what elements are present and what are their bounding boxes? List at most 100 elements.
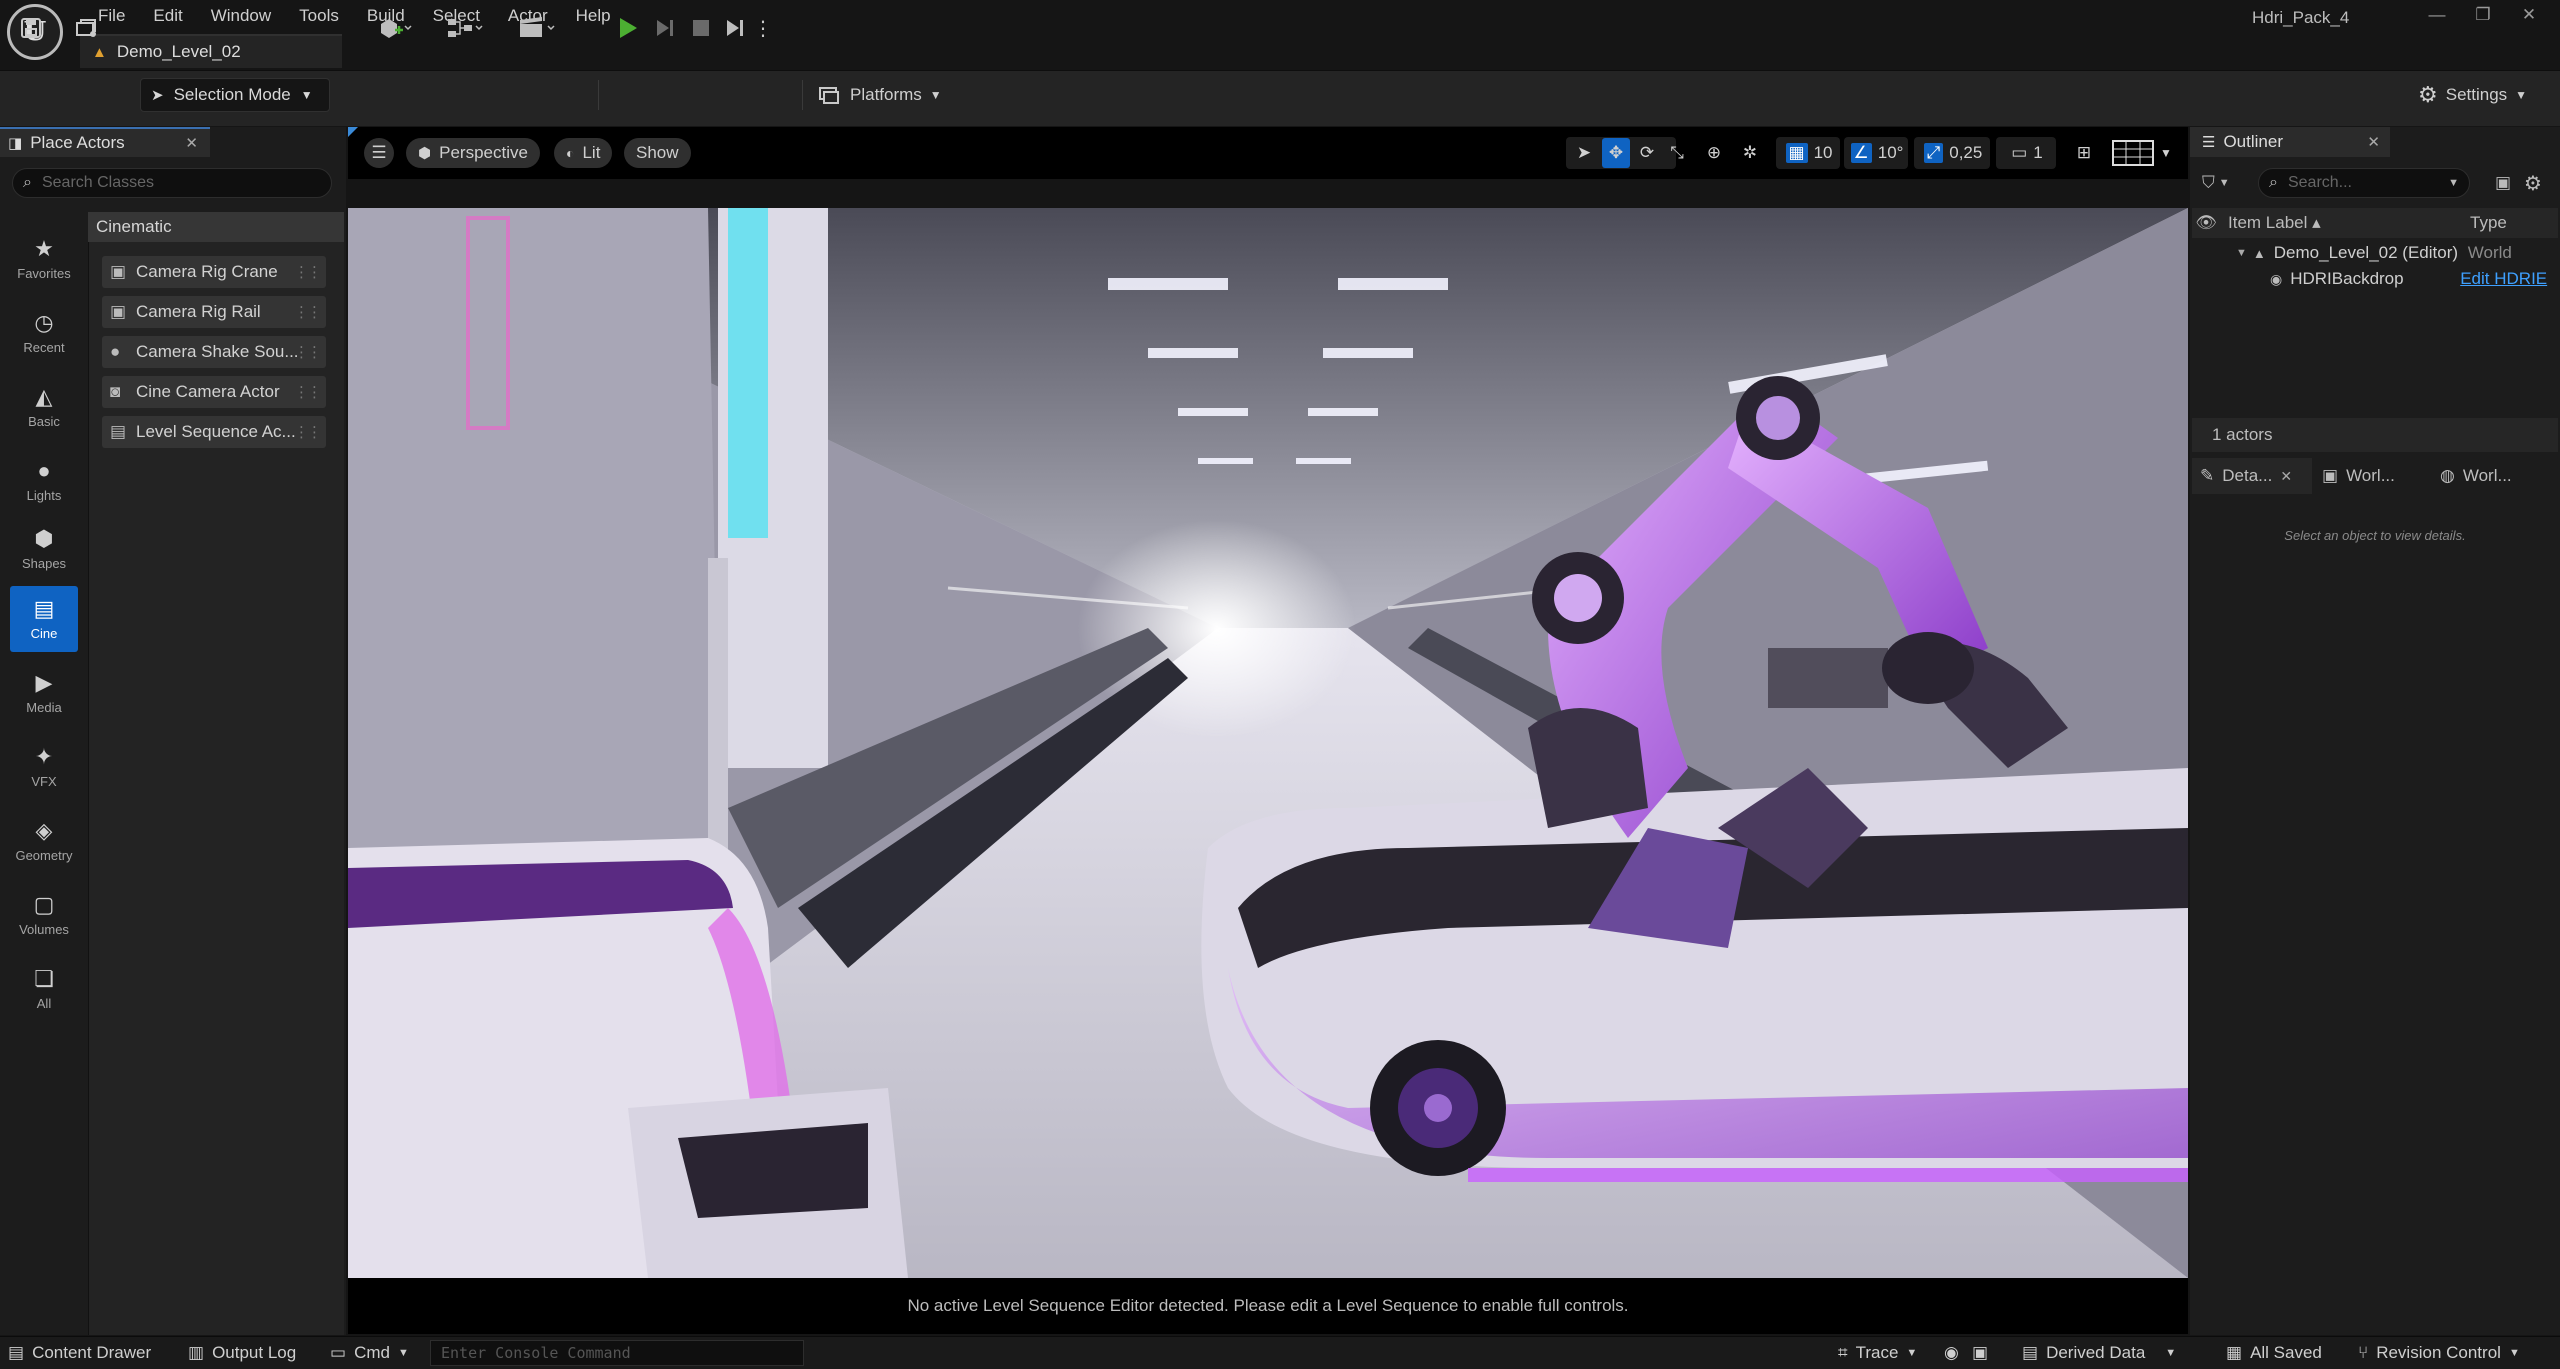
derived-data-label: Derived Data <box>2046 1343 2146 1362</box>
actor-camera-rig-rail[interactable]: ▣ Camera Rig Rail ⋮⋮ <box>102 296 326 328</box>
actor-camera-shake-source[interactable]: ● Camera Shake Sou... ⋮⋮ <box>102 336 326 368</box>
tab-details[interactable]: ✎ Deta... ✕ <box>2192 458 2312 494</box>
column-item-label[interactable]: Item Label ▴ <box>2228 213 2464 233</box>
category-cine[interactable]: ▤ Cine <box>10 586 78 652</box>
advance-frame-icon[interactable] <box>648 8 682 48</box>
place-actors-tab[interactable]: ◨ Place Actors ✕ <box>0 127 210 157</box>
select-tool-icon[interactable]: ➤ <box>1572 138 1596 168</box>
actor-cine-camera[interactable]: ◙ Cine Camera Actor ⋮⋮ <box>102 376 326 408</box>
scale-tool-icon[interactable]: ⤡ <box>1664 138 1690 168</box>
category-vfx[interactable]: ✦ VFX <box>10 734 78 800</box>
chevron-down-icon: ▼ <box>2508 1347 2520 1359</box>
settings-dropdown[interactable]: ⚙ Settings ▼ <box>2418 78 2527 112</box>
visibility-eye-icon[interactable]: 👁 <box>2192 213 2220 233</box>
add-folder-icon[interactable]: ▣ <box>2490 168 2516 198</box>
cmd-dropdown[interactable]: ▭ Cmd ▼ <box>330 1340 409 1366</box>
tab-world-partition[interactable]: ◍ Worl... <box>2432 458 2552 494</box>
play-options-icon[interactable]: ⋮ <box>753 8 773 48</box>
minimize-icon[interactable]: — <box>2414 0 2460 30</box>
actor-sphere-icon: ◉ <box>2270 270 2283 287</box>
category-strip: ★ Favorites ◷ Recent ◭ Basic ● Lights ⬢ Shape… <box>0 214 88 1335</box>
world-space-icon[interactable]: ⊕ <box>1700 138 1728 168</box>
category-all[interactable]: ❏ All <box>10 956 78 1022</box>
category-lights[interactable]: ● Lights <box>10 448 78 514</box>
level-tab[interactable]: ▲ Demo_Level_02 <box>80 34 342 68</box>
play-icon[interactable] <box>608 8 648 48</box>
camera-speed-value: 1 <box>2033 143 2043 162</box>
surface-snap-icon[interactable]: ✲ <box>1736 138 1764 168</box>
lit-dropdown[interactable]: ◐ Lit <box>554 138 613 168</box>
output-log-button[interactable]: ▥ Output Log <box>188 1340 296 1366</box>
maximize-viewport-icon[interactable]: ⊞ <box>2070 138 2098 168</box>
gear-icon: ⚙ <box>2418 82 2438 107</box>
column-type[interactable]: Type <box>2470 213 2507 233</box>
category-volumes[interactable]: ▢ Volumes <box>10 882 78 948</box>
outliner-row-hdribackdrop[interactable]: ◉ HDRIBackdrop Edit HDRIE <box>2192 266 2558 292</box>
menu-edit[interactable]: Edit <box>139 2 196 30</box>
category-favorites[interactable]: ★ Favorites <box>10 226 78 292</box>
menu-tools[interactable]: Tools <box>285 2 353 30</box>
drag-handle-icon[interactable]: ⋮⋮ <box>294 343 322 361</box>
tab-world-settings[interactable]: ▣ Worl... <box>2314 458 2432 494</box>
outliner-row-world[interactable]: ▼ ▲ Demo_Level_02 (Editor) World <box>2192 240 2558 266</box>
camera-speed-button[interactable]: ▭ 1 <box>2000 138 2054 168</box>
grid-snap-toggle[interactable]: ▦ 10 <box>1780 138 1838 168</box>
expand-arrow-icon[interactable]: ▼ <box>2236 247 2247 259</box>
drag-handle-icon[interactable]: ⋮⋮ <box>294 423 322 441</box>
content-drawer-button[interactable]: ▤ Content Drawer <box>8 1340 151 1366</box>
drag-handle-icon[interactable]: ⋮⋮ <box>294 303 322 321</box>
scale-snap-value: 0,25 <box>1949 143 1983 162</box>
translate-tool-icon[interactable]: ✥ <box>1602 138 1630 168</box>
trace-dropdown[interactable]: ⌗ Trace ▼ <box>1838 1340 1917 1366</box>
filter-dropdown[interactable]: ⛉ ▼ <box>2202 168 2248 198</box>
stop-icon[interactable] <box>684 8 718 48</box>
outliner-tab[interactable]: ☰ Outliner ✕ <box>2190 127 2390 157</box>
revision-control-dropdown[interactable]: ⑂ Revision Control ▼ <box>2358 1340 2520 1366</box>
browse-icon[interactable] <box>70 8 104 48</box>
category-basic[interactable]: ◭ Basic <box>10 374 78 440</box>
edit-hdri-link[interactable]: Edit HDRIE <box>2460 269 2550 289</box>
blueprint-icon[interactable] <box>440 8 490 48</box>
derived-data-dropdown[interactable]: ▤ Derived Data ▼ <box>2022 1340 2176 1366</box>
actor-camera-rig-crane[interactable]: ▣ Camera Rig Crane ⋮⋮ <box>102 256 326 288</box>
level-viewport[interactable] <box>348 208 2188 1278</box>
rotation-snap-toggle[interactable]: ∠ 10° <box>1848 138 1906 168</box>
close-tab-icon[interactable]: ✕ <box>2280 468 2292 485</box>
details-empty-message: Select an object to view details. <box>2284 528 2466 543</box>
menu-window[interactable]: Window <box>197 2 285 30</box>
eject-icon[interactable] <box>718 8 752 48</box>
category-shapes[interactable]: ⬢ Shapes <box>10 516 78 582</box>
outliner-search-input[interactable]: ⌕ Search... ▼ <box>2258 168 2470 198</box>
show-dropdown[interactable]: Show <box>624 138 691 168</box>
cinematics-icon[interactable] <box>512 8 562 48</box>
save-icon[interactable] <box>14 8 48 48</box>
restore-icon[interactable]: ❐ <box>2460 0 2506 30</box>
hamburger-icon: ☰ <box>371 143 387 162</box>
perspective-dropdown[interactable]: ⬢ Perspective <box>406 138 540 168</box>
scale-snap-toggle[interactable]: ⤢ 0,25 <box>1918 138 1988 168</box>
drag-handle-icon[interactable]: ⋮⋮ <box>294 383 322 401</box>
console-command-input[interactable]: Enter Console Command <box>430 1340 804 1366</box>
drag-handle-icon[interactable]: ⋮⋮ <box>294 263 322 281</box>
outliner-column-header: 👁 Item Label ▴ Type <box>2192 208 2558 238</box>
layout-dropdown[interactable]: ▼ <box>2112 138 2172 168</box>
viewport-menu-button[interactable]: ☰ <box>364 138 394 168</box>
category-media[interactable]: ▶ Media <box>10 660 78 726</box>
actor-level-sequence[interactable]: ▤ Level Sequence Ac... ⋮⋮ <box>102 416 326 448</box>
search-classes-input[interactable]: ⌕ Search Classes <box>12 168 332 198</box>
category-recent[interactable]: ◷ Recent <box>10 300 78 366</box>
close-tab-icon[interactable]: ✕ <box>185 134 198 152</box>
platforms-dropdown[interactable]: Platforms ▼ <box>818 78 942 112</box>
selection-mode-dropdown[interactable]: ➤ Selection Mode ▼ <box>140 78 330 112</box>
close-window-icon[interactable]: ✕ <box>2506 0 2552 30</box>
add-actor-icon[interactable] <box>372 8 418 48</box>
save-status-icon: ▦ <box>2226 1343 2243 1362</box>
close-tab-icon[interactable]: ✕ <box>2367 133 2380 151</box>
category-geometry[interactable]: ◈ Geometry <box>10 808 78 874</box>
star-icon: ★ <box>34 235 54 261</box>
rotate-tool-icon[interactable]: ⟳ <box>1634 138 1660 168</box>
outliner-settings-icon[interactable]: ⚙ <box>2520 168 2546 198</box>
record-icon[interactable]: ◉ <box>1944 1340 1959 1366</box>
camera-capture-icon[interactable]: ▣ <box>1972 1340 1988 1366</box>
all-saved-button[interactable]: ▦ All Saved <box>2226 1340 2322 1366</box>
